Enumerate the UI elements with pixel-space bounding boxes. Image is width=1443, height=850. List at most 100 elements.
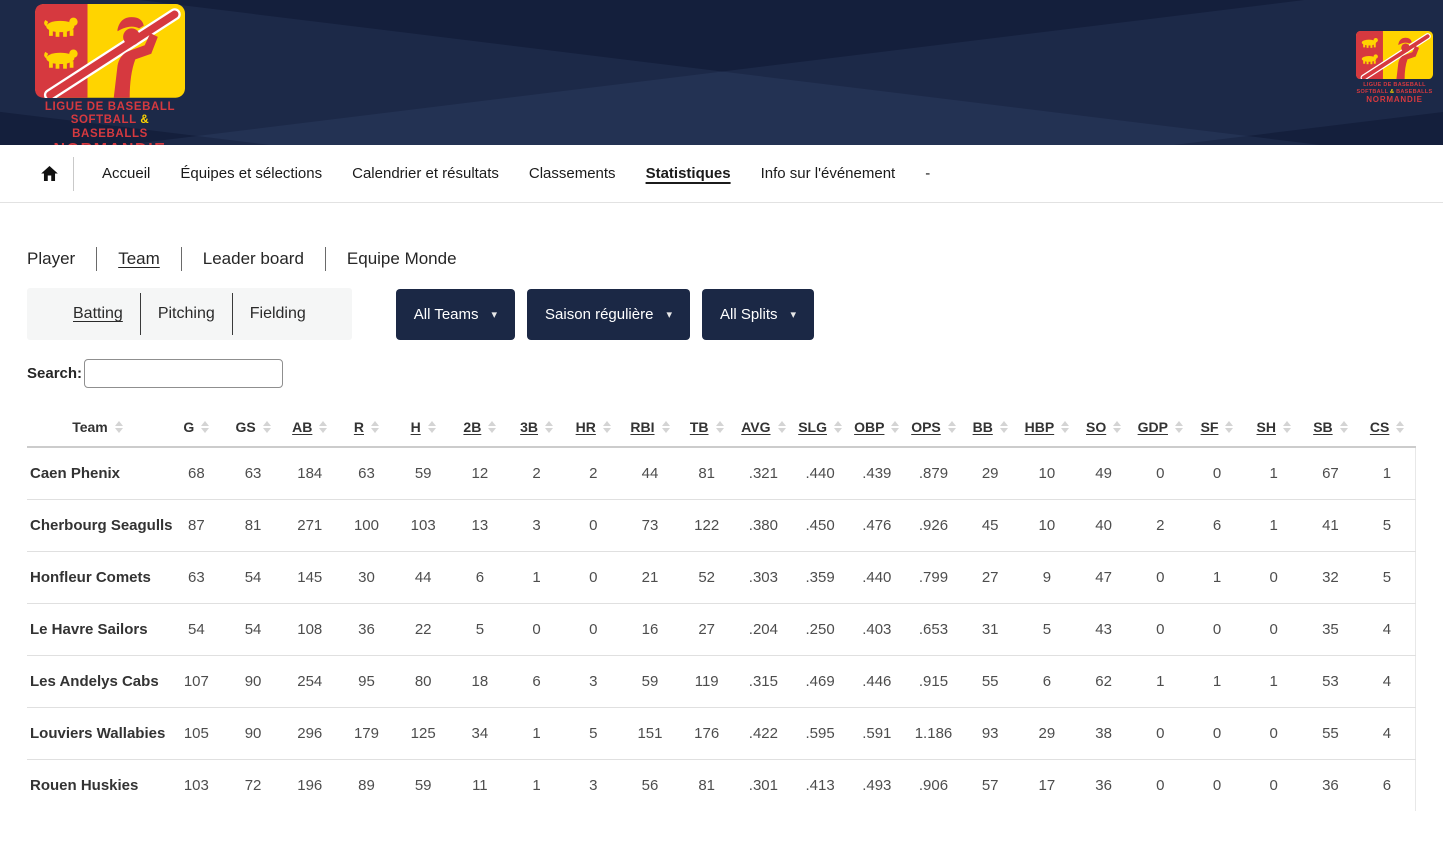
column-header-slg[interactable]: SLG bbox=[792, 410, 849, 447]
stat-cell: .799 bbox=[905, 551, 962, 603]
column-header-so[interactable]: SO bbox=[1075, 410, 1132, 447]
stat-cell: 1 bbox=[1189, 551, 1246, 603]
column-header-g[interactable]: G bbox=[168, 410, 225, 447]
sort-desc-icon bbox=[1175, 428, 1183, 433]
stat-cell: 6 bbox=[452, 551, 509, 603]
column-header-inner: SF bbox=[1201, 419, 1234, 435]
sort-up-down-icon bbox=[319, 421, 327, 433]
sort-asc-icon bbox=[488, 421, 496, 426]
column-header-sh[interactable]: SH bbox=[1245, 410, 1302, 447]
stat-cell: 81 bbox=[678, 759, 735, 811]
sort-desc-icon bbox=[371, 428, 379, 433]
table-row-honfleur-comets: Honfleur Comets635414530446102152.303.35… bbox=[27, 551, 1416, 603]
column-label: OBP bbox=[854, 419, 884, 435]
stat-cell: 62 bbox=[1075, 655, 1132, 707]
column-header-rbi[interactable]: RBI bbox=[622, 410, 679, 447]
column-header-inner: HR bbox=[576, 419, 611, 435]
nav-item-accueil[interactable]: Accueil bbox=[87, 165, 165, 182]
stat-cell: 0 bbox=[1132, 707, 1189, 759]
nav-item-info-sur-l-evenement[interactable]: Info sur l'événement bbox=[746, 165, 911, 182]
sort-desc-icon bbox=[319, 428, 327, 433]
column-header-team[interactable]: Team bbox=[27, 410, 168, 447]
stat-cell: .303 bbox=[735, 551, 792, 603]
column-header-ab[interactable]: AB bbox=[281, 410, 338, 447]
all-splits-dropdown[interactable]: All Splits▾ bbox=[702, 289, 814, 340]
column-header-sf[interactable]: SF bbox=[1189, 410, 1246, 447]
stat-cell: 196 bbox=[281, 759, 338, 811]
table-row-louviers-wallabies: Louviers Wallabies1059029617912534151511… bbox=[27, 707, 1416, 759]
sort-asc-icon bbox=[1061, 421, 1069, 426]
team-name-cell: Le Havre Sailors bbox=[27, 603, 168, 655]
tab-player[interactable]: Player bbox=[27, 249, 75, 269]
tab-pitching[interactable]: Pitching bbox=[158, 305, 215, 323]
stat-cell: 40 bbox=[1075, 499, 1132, 551]
tab-batting[interactable]: Batting bbox=[73, 305, 123, 323]
stat-cell: 5 bbox=[565, 707, 622, 759]
stat-cell: 90 bbox=[225, 655, 282, 707]
home-button[interactable] bbox=[40, 164, 59, 183]
column-header-inner: SB bbox=[1313, 419, 1347, 435]
sort-asc-icon bbox=[716, 421, 724, 426]
logo-text-line3: NORMANDIE bbox=[35, 141, 185, 145]
column-header-3b[interactable]: 3B bbox=[508, 410, 565, 447]
stat-cell: 6 bbox=[508, 655, 565, 707]
column-label: HBP bbox=[1025, 419, 1055, 435]
sort-asc-icon bbox=[778, 421, 786, 426]
tab-fielding[interactable]: Fielding bbox=[250, 305, 306, 323]
nav-item-item[interactable]: - bbox=[910, 165, 945, 182]
column-header-bb[interactable]: BB bbox=[962, 410, 1019, 447]
search-label: Search: bbox=[27, 365, 82, 382]
stat-cell: 1 bbox=[1245, 499, 1302, 551]
team-name-cell: Louviers Wallabies bbox=[27, 707, 168, 759]
tab-team[interactable]: Team bbox=[118, 249, 160, 269]
sort-asc-icon bbox=[1283, 421, 1291, 426]
stat-cell: 0 bbox=[1245, 759, 1302, 811]
tab-equipe-monde[interactable]: Equipe Monde bbox=[347, 249, 457, 269]
stat-cell: 3 bbox=[565, 655, 622, 707]
column-header-sb[interactable]: SB bbox=[1302, 410, 1359, 447]
column-header-ops[interactable]: OPS bbox=[905, 410, 962, 447]
column-header-h[interactable]: H bbox=[395, 410, 452, 447]
column-header-2b[interactable]: 2B bbox=[452, 410, 509, 447]
sort-up-down-icon bbox=[115, 421, 123, 433]
nav-item-equipes-et-selections[interactable]: Équipes et sélections bbox=[165, 165, 337, 182]
stat-cell: .440 bbox=[792, 447, 849, 499]
stat-cell: 4 bbox=[1359, 707, 1416, 759]
stat-cell: 72 bbox=[225, 759, 282, 811]
column-header-cs[interactable]: CS bbox=[1359, 410, 1416, 447]
stat-cell: 3 bbox=[508, 499, 565, 551]
stat-cell: 0 bbox=[1245, 707, 1302, 759]
sort-asc-icon bbox=[371, 421, 379, 426]
column-header-gs[interactable]: GS bbox=[225, 410, 282, 447]
stat-cell: 27 bbox=[678, 603, 735, 655]
nav-item-classements[interactable]: Classements bbox=[514, 165, 631, 182]
search-input[interactable] bbox=[84, 359, 283, 388]
stat-cell: 1 bbox=[508, 759, 565, 811]
stat-cell: 0 bbox=[565, 499, 622, 551]
column-header-hbp[interactable]: HBP bbox=[1019, 410, 1076, 447]
column-header-tb[interactable]: TB bbox=[678, 410, 735, 447]
column-header-hr[interactable]: HR bbox=[565, 410, 622, 447]
column-header-obp[interactable]: OBP bbox=[848, 410, 905, 447]
nav-item-calendrier-et-resultats[interactable]: Calendrier et résultats bbox=[337, 165, 514, 182]
stat-cell: 184 bbox=[281, 447, 338, 499]
stat-cell: 36 bbox=[338, 603, 395, 655]
stat-cell: .321 bbox=[735, 447, 792, 499]
sort-up-down-icon bbox=[1061, 421, 1069, 433]
sort-asc-icon bbox=[662, 421, 670, 426]
column-header-avg[interactable]: AVG bbox=[735, 410, 792, 447]
table-header-row: TeamGGSABRH2B 3B HR RBITBAVGSLG OBP OPSBB HBP S… bbox=[27, 410, 1416, 447]
column-header-r[interactable]: R bbox=[338, 410, 395, 447]
stat-cell: 44 bbox=[622, 447, 679, 499]
column-label: 3B bbox=[520, 419, 538, 435]
stat-cell: 0 bbox=[1189, 759, 1246, 811]
stat-cell: .422 bbox=[735, 707, 792, 759]
nav-item-statistiques[interactable]: Statistiques bbox=[631, 165, 746, 182]
column-header-gdp[interactable]: GDP bbox=[1132, 410, 1189, 447]
stat-cell: 0 bbox=[1132, 447, 1189, 499]
tab-leader-board[interactable]: Leader board bbox=[203, 249, 304, 269]
stat-cell: .595 bbox=[792, 707, 849, 759]
sort-up-down-icon bbox=[1340, 421, 1348, 433]
all-teams-dropdown[interactable]: All Teams▾ bbox=[396, 289, 515, 340]
saison-reguliere-dropdown[interactable]: Saison régulière▾ bbox=[527, 289, 690, 340]
